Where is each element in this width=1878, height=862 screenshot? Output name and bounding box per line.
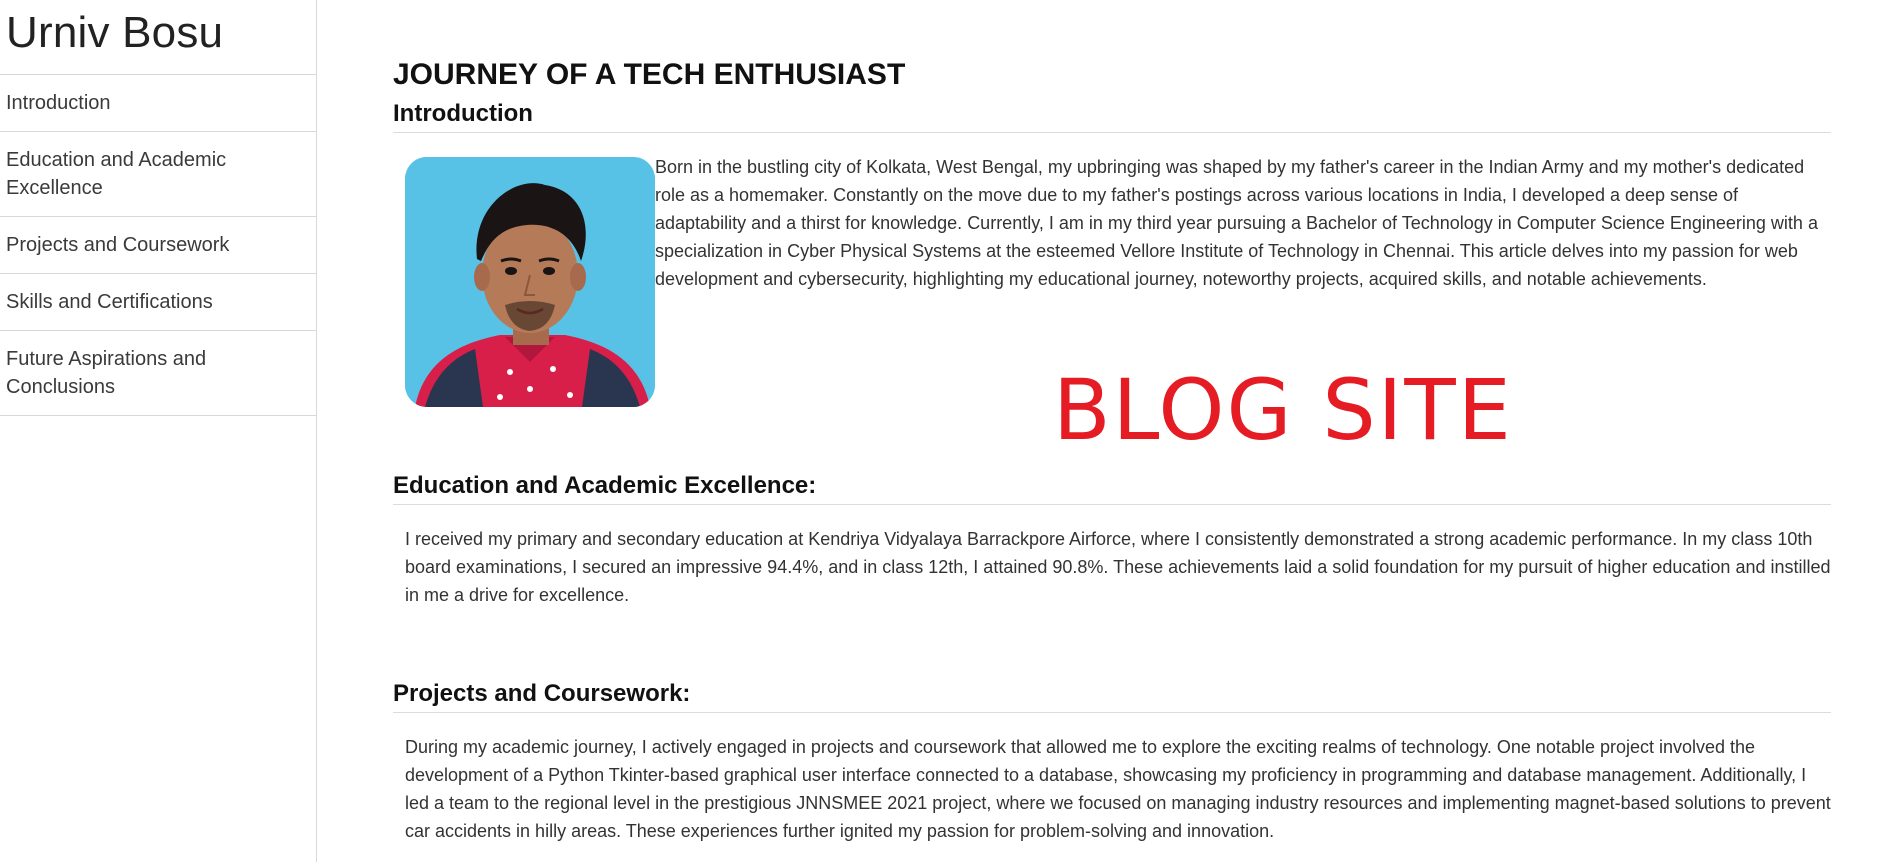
education-text: I received my primary and secondary educ… — [405, 529, 1831, 605]
introduction-text: Born in the bustling city of Kolkata, We… — [655, 157, 1818, 289]
site-title[interactable]: Urniv Bosu — [0, 0, 316, 75]
introduction-body: Born in the bustling city of Kolkata, We… — [393, 133, 1831, 463]
sidebar: Urniv Bosu Introduction Education and Ac… — [0, 0, 317, 862]
education-heading: Education and Academic Excellence: — [393, 472, 1831, 505]
projects-text: During my academic journey, I actively e… — [405, 737, 1831, 841]
sidebar-item-skills[interactable]: Skills and Certifications — [0, 274, 316, 331]
introduction-heading: Introduction — [393, 100, 1831, 133]
sidebar-item-future[interactable]: Future Aspirations and Conclusions — [0, 331, 316, 416]
education-section: Education and Academic Excellence: I rec… — [393, 472, 1831, 609]
main-content: JOURNEY OF A TECH ENTHUSIAST Introductio… — [393, 0, 1831, 862]
introduction-section: Introduction Born in the bustling city o… — [393, 100, 1831, 463]
blog-site-watermark: BLOG SITE — [1053, 361, 1513, 459]
sidebar-item-projects[interactable]: Projects and Coursework — [0, 217, 316, 274]
page-title: JOURNEY OF A TECH ENTHUSIAST — [393, 58, 906, 91]
projects-section: Projects and Coursework: During my acade… — [393, 680, 1831, 845]
sidebar-item-introduction[interactable]: Introduction — [0, 75, 316, 132]
profile-photo-illustration — [405, 157, 655, 407]
profile-photo — [405, 157, 655, 407]
projects-heading: Projects and Coursework: — [393, 680, 1831, 713]
sidebar-item-education[interactable]: Education and Academic Excellence — [0, 132, 316, 217]
